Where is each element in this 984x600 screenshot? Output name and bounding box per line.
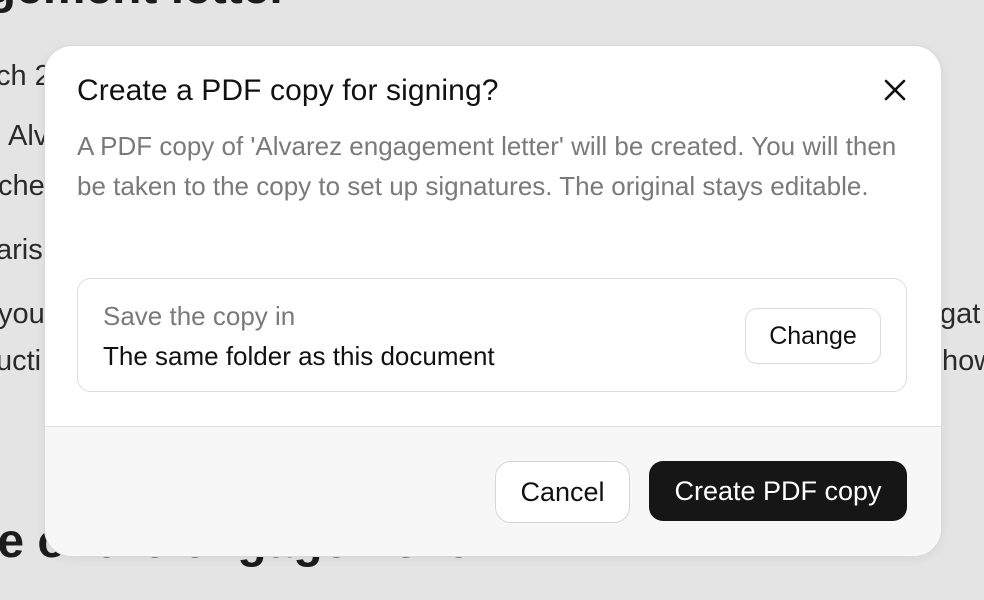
dialog-title: Create a PDF copy for signing? bbox=[77, 74, 499, 107]
document-text-fragment: how bbox=[942, 345, 984, 377]
document-title: agement letter bbox=[0, 0, 288, 15]
document-text-fragment: Alv bbox=[8, 120, 49, 152]
cancel-button[interactable]: Cancel bbox=[495, 461, 630, 523]
document-text-fragment: aris bbox=[0, 234, 43, 266]
document-text-fragment: ucti bbox=[0, 345, 42, 377]
close-button[interactable] bbox=[879, 74, 911, 106]
create-pdf-dialog: Create a PDF copy for signing? A PDF cop… bbox=[44, 45, 942, 557]
save-location-value: The same folder as this document bbox=[103, 341, 495, 371]
document-text-fragment: you bbox=[0, 298, 45, 330]
create-pdf-copy-button[interactable]: Create PDF copy bbox=[649, 461, 907, 521]
dialog-footer: Cancel Create PDF copy bbox=[45, 426, 941, 556]
save-location-label: Save the copy in bbox=[103, 301, 296, 331]
document-text-fragment: gat bbox=[940, 298, 981, 330]
document-text-fragment: che bbox=[0, 170, 45, 202]
save-location-box: Save the copy in The same folder as this… bbox=[77, 278, 907, 392]
change-location-button[interactable]: Change bbox=[745, 308, 881, 364]
close-icon bbox=[884, 79, 906, 101]
dialog-description: A PDF copy of 'Alvarez engagement letter… bbox=[77, 131, 897, 201]
